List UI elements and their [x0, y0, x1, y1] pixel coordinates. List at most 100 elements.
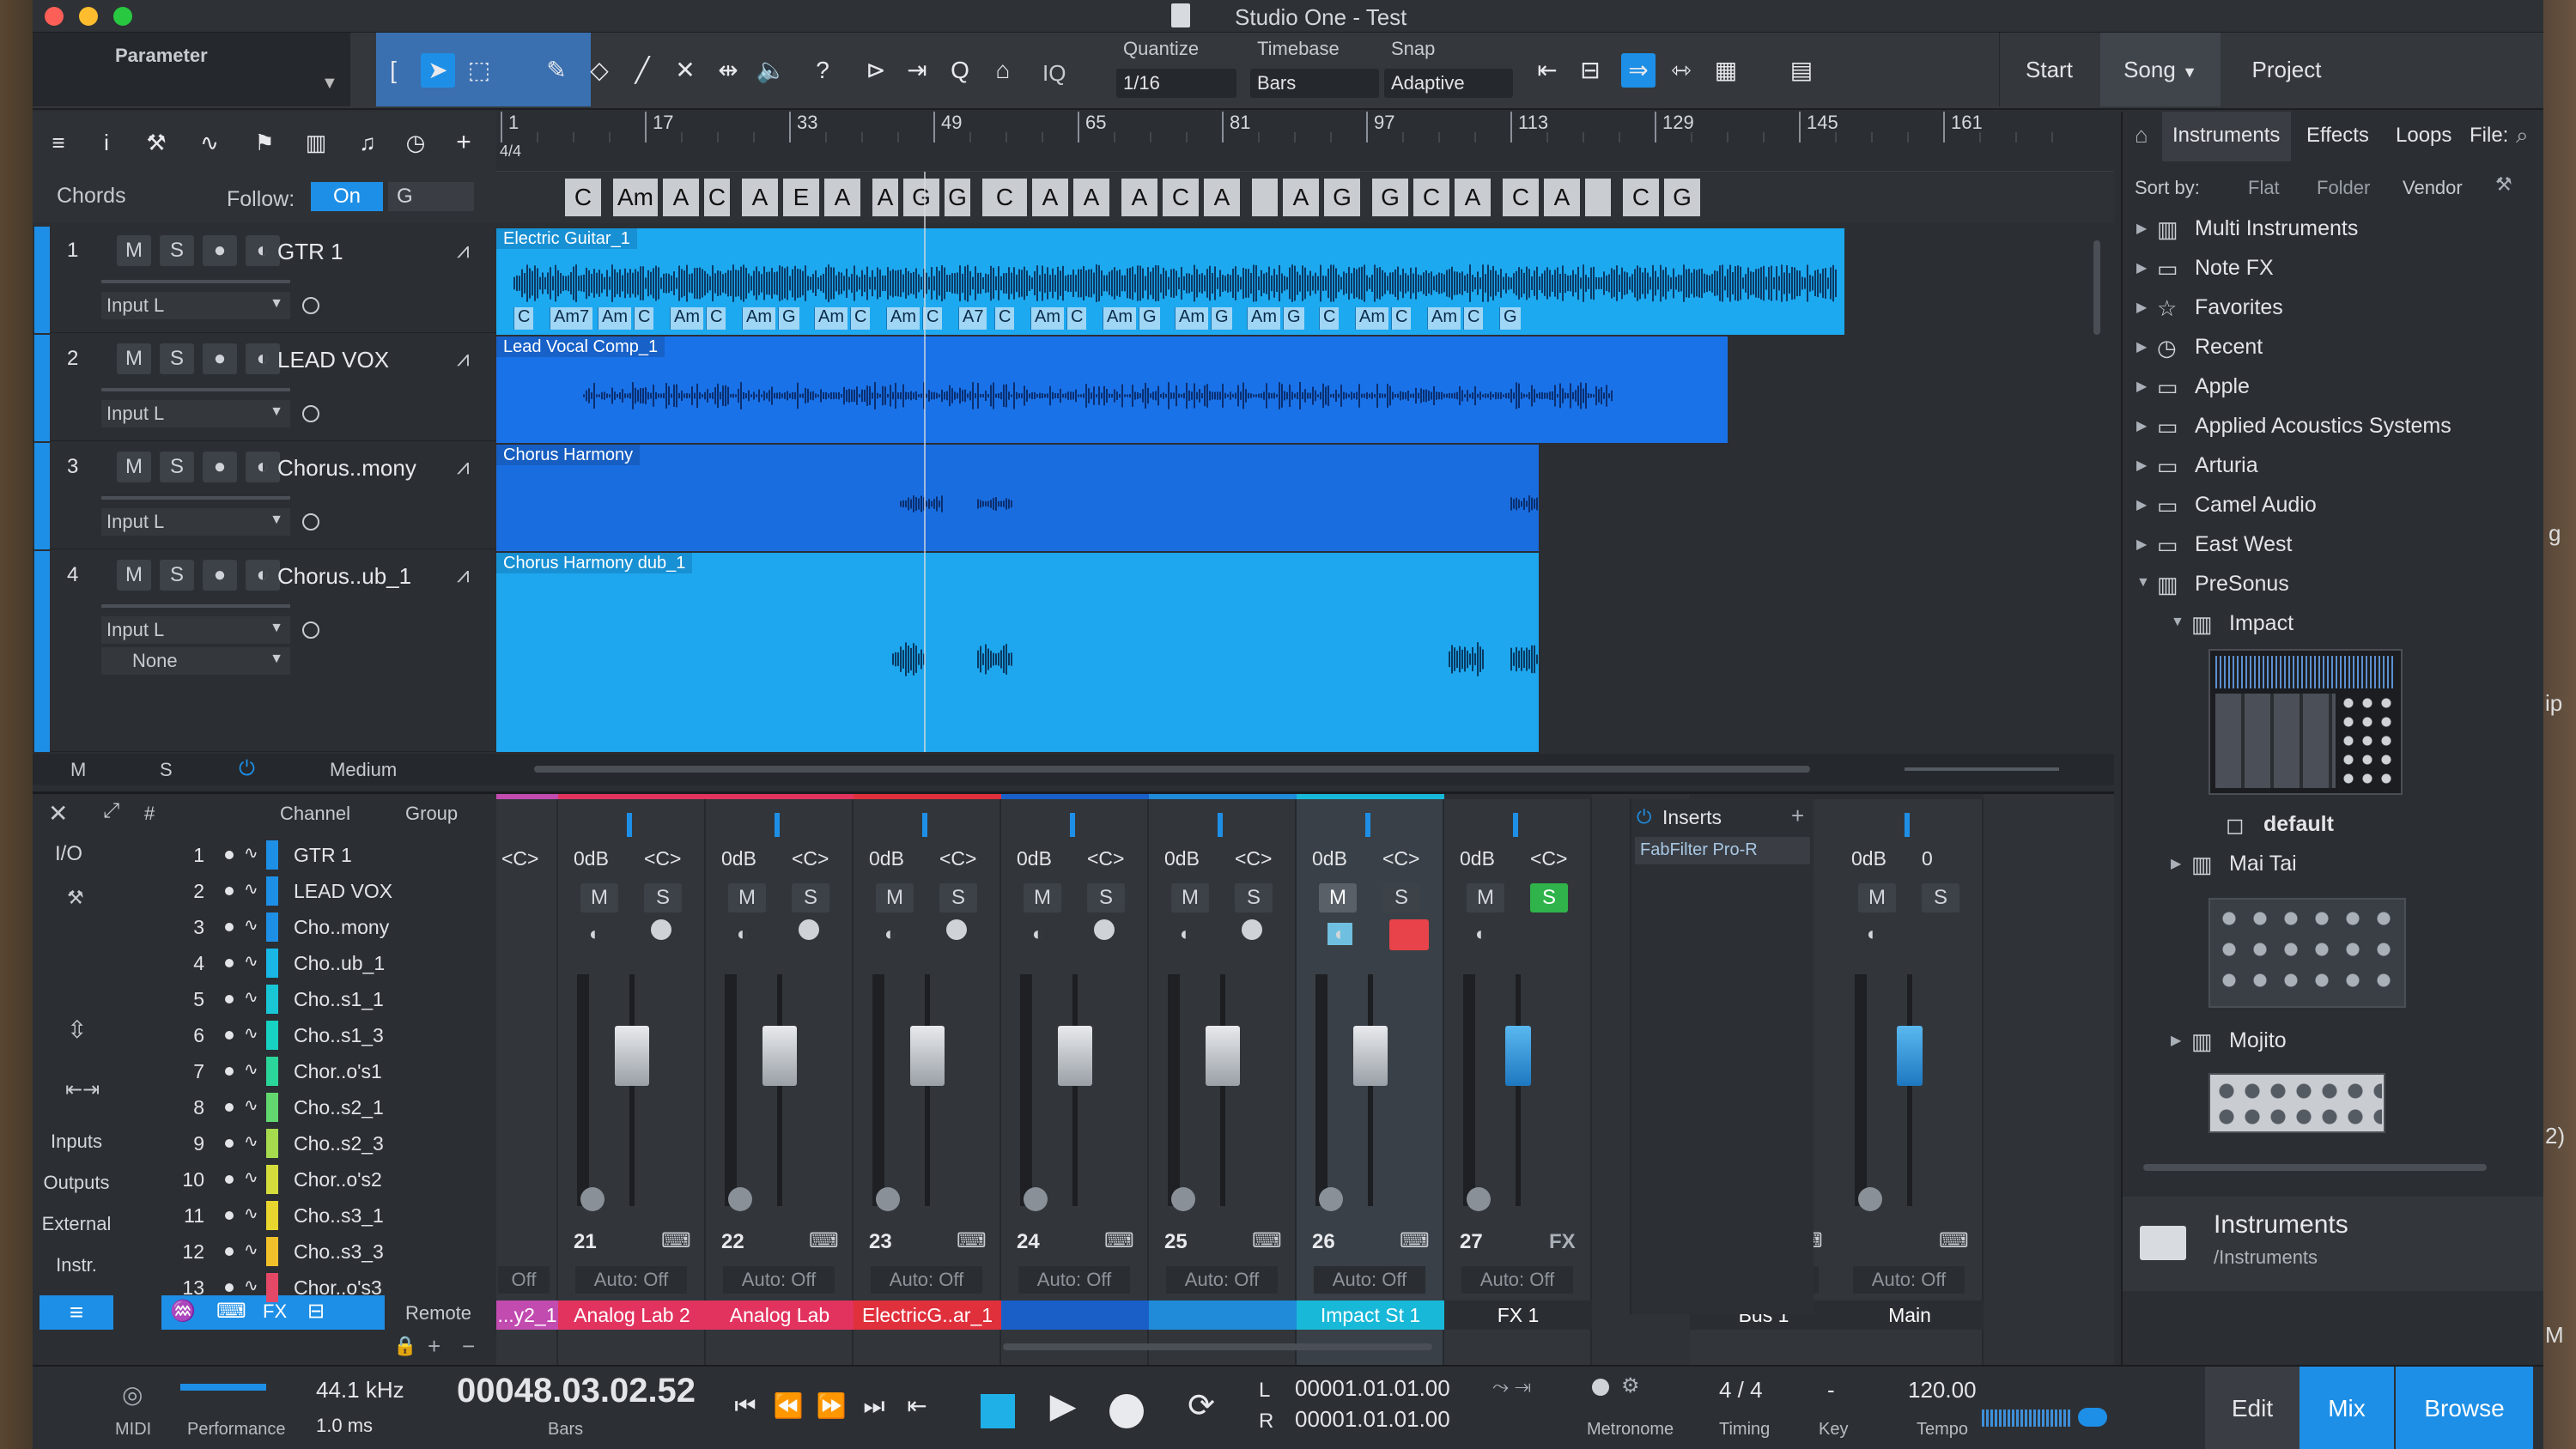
channel-list-row[interactable]: 2 ∿ LEAD VOX [118, 873, 496, 909]
instrument-icon[interactable]: ⌨ [1400, 1228, 1430, 1253]
strip-name[interactable]: Main [1836, 1300, 1984, 1330]
volume-fader[interactable] [1353, 974, 1388, 1206]
time-signature[interactable]: 4 / 4 [1719, 1377, 1763, 1404]
instrument-icon[interactable]: ⌨ [1104, 1228, 1134, 1253]
monitor-icon[interactable]: ◐ [884, 923, 896, 945]
bend-tool-icon[interactable]: ⇹ [711, 53, 745, 88]
strip-solo-button[interactable]: S [1382, 883, 1420, 912]
song-page-button[interactable]: Song ▼ [2100, 33, 2221, 106]
chord-chip[interactable]: A [824, 179, 860, 216]
expand-arrow-icon[interactable]: ▶ [2136, 417, 2147, 434]
home-icon[interactable]: ⌂ [2135, 122, 2148, 149]
strip-name[interactable]: FX 1 [1444, 1300, 1592, 1330]
record-arm-icon[interactable] [651, 919, 671, 940]
track-input-select[interactable]: Input L ▼ [101, 292, 290, 319]
collapse-horizontal-icon[interactable]: ⇤⇥ [65, 1077, 100, 1102]
mute-button[interactable]: M [117, 343, 151, 374]
instrument-icon[interactable]: ⌨ [1252, 1228, 1282, 1253]
paint-tool-icon[interactable]: ╱ [625, 53, 659, 88]
punch-icon[interactable]: ⤳ ⇥ [1492, 1375, 1531, 1399]
automation-mode[interactable]: Auto: Off [1166, 1266, 1278, 1294]
tempo-icon[interactable]: ◷ [398, 125, 433, 160]
pan-knob[interactable] [1171, 1187, 1195, 1211]
loop-icon[interactable]: ⟳ [1171, 1389, 1231, 1423]
return-to-zero-icon[interactable]: ⏮ [728, 1389, 762, 1423]
strip-volume-db[interactable]: 0dB [1460, 847, 1495, 870]
go-to-end-icon[interactable]: ⏭ [857, 1389, 891, 1423]
mix-view-button[interactable]: Mix [2300, 1367, 2394, 1449]
zoom-window-button[interactable] [113, 7, 132, 26]
track-name[interactable]: Chorus..mony [277, 455, 416, 482]
follow-on-toggle[interactable]: On [311, 182, 383, 211]
strip-mute-button[interactable]: M [1319, 883, 1357, 912]
iq-button[interactable]: IQ [1042, 60, 1066, 87]
wrench-icon[interactable]: ⚒ [2495, 173, 2512, 196]
minimize-window-button[interactable] [79, 7, 98, 26]
loop-start[interactable]: 00001.01.01.00 [1295, 1375, 1450, 1402]
volume-slider[interactable] [101, 604, 290, 608]
solo-button[interactable]: S [160, 560, 194, 591]
channel-list-row[interactable]: 4 ∿ Cho..ub_1 [118, 945, 496, 981]
arranger-icon[interactable]: ▥ [299, 125, 333, 160]
arrange-vertical-scrollbar[interactable] [2093, 240, 2100, 335]
sort-vendor[interactable]: Vendor [2403, 177, 2463, 199]
pan-knob[interactable] [1467, 1187, 1491, 1211]
record-arm-icon[interactable] [799, 919, 819, 940]
visibility-dot-icon[interactable] [225, 959, 234, 967]
visibility-dot-icon[interactable] [225, 887, 234, 895]
monitor-icon[interactable]: ◐ [1475, 923, 1486, 945]
chord-chip[interactable]: G [1372, 179, 1408, 216]
automation-mode[interactable]: Auto: Off [871, 1266, 982, 1294]
strip-name[interactable]: Analog Lab [706, 1300, 854, 1330]
fader-cap[interactable] [1897, 1026, 1923, 1086]
pin-icon[interactable]: ⤢ [103, 799, 119, 823]
strip-name[interactable] [1149, 1300, 1297, 1330]
fader-cap[interactable] [910, 1026, 945, 1086]
position-display[interactable]: 00048.03.02.52 [457, 1372, 696, 1410]
wrench-icon[interactable]: ⚒ [67, 887, 84, 909]
chord-chip[interactable]: Am [613, 179, 658, 216]
fast-forward-icon[interactable]: ⏩ [814, 1389, 848, 1423]
track-input-select[interactable]: Input L ▼ [101, 400, 290, 427]
strip-pan[interactable]: <C> [644, 847, 681, 870]
playhead-cursor[interactable] [924, 172, 926, 752]
pan-knob[interactable] [728, 1187, 752, 1211]
automation-mode[interactable]: Auto: Off [1018, 1266, 1130, 1294]
visibility-dot-icon[interactable] [225, 1067, 234, 1076]
chord-chip[interactable]: A [872, 179, 898, 216]
strip-solo-button[interactable]: S [1922, 883, 1959, 912]
record-arm-icon[interactable] [1242, 919, 1262, 940]
automation-mode[interactable]: Auto: Off [575, 1266, 687, 1294]
io-select[interactable]: I/O [39, 839, 113, 870]
chord-chip[interactable] [1585, 179, 1611, 216]
mute-button[interactable]: M [117, 560, 151, 591]
browser-item-recent[interactable]: ▶ ◷ Recent [2123, 328, 2535, 367]
mute-tool-icon[interactable]: ✕ [668, 53, 702, 88]
strip-pan[interactable]: <C> [1235, 847, 1272, 870]
channel-list-row[interactable]: 11 ∿ Cho..s3_1 [118, 1197, 496, 1234]
expand-arrow-icon[interactable]: ▶ [2171, 1032, 2181, 1049]
strip-mute-button[interactable]: M [876, 883, 914, 912]
browser-item-east-west[interactable]: ▶ ▭ East West [2123, 525, 2535, 565]
inspector-icon[interactable]: i [89, 125, 124, 160]
volume-fader[interactable] [615, 974, 649, 1206]
record-arm-button[interactable]: ● [203, 235, 237, 266]
metronome-toggle[interactable] [1592, 1379, 1609, 1396]
mixer-scrollbar[interactable] [1003, 1343, 1432, 1350]
strip-mute-button[interactable]: M [728, 883, 766, 912]
track-height-label[interactable]: Medium [330, 759, 397, 781]
strip-volume-db[interactable]: 0dB [1851, 847, 1886, 870]
expand-arrow-icon[interactable]: ▶ [2136, 220, 2147, 237]
score-icon[interactable]: ♫ [350, 125, 385, 160]
track-header-3[interactable]: 3 M S ● ◐ Chorus..mony ⩘ Input L ▼ [33, 443, 496, 549]
channel-list-row[interactable]: 1 ∿ GTR 1 [118, 837, 496, 873]
browser-item-mojito[interactable]: ▶ ▥ Mojito [2123, 1022, 2535, 1061]
visibility-dot-icon[interactable] [225, 1031, 234, 1040]
bracket-icon[interactable]: [ [376, 53, 410, 88]
grid-options-icon[interactable]: ▦ [1709, 53, 1743, 88]
expand-arrow-icon[interactable]: ▶ [2136, 536, 2147, 553]
strip-volume-db[interactable]: 0dB [869, 847, 904, 870]
fader-cap[interactable] [1206, 1026, 1240, 1086]
monitor-icon[interactable]: ◐ [737, 923, 748, 945]
strip-solo-button[interactable]: S [1235, 883, 1273, 912]
